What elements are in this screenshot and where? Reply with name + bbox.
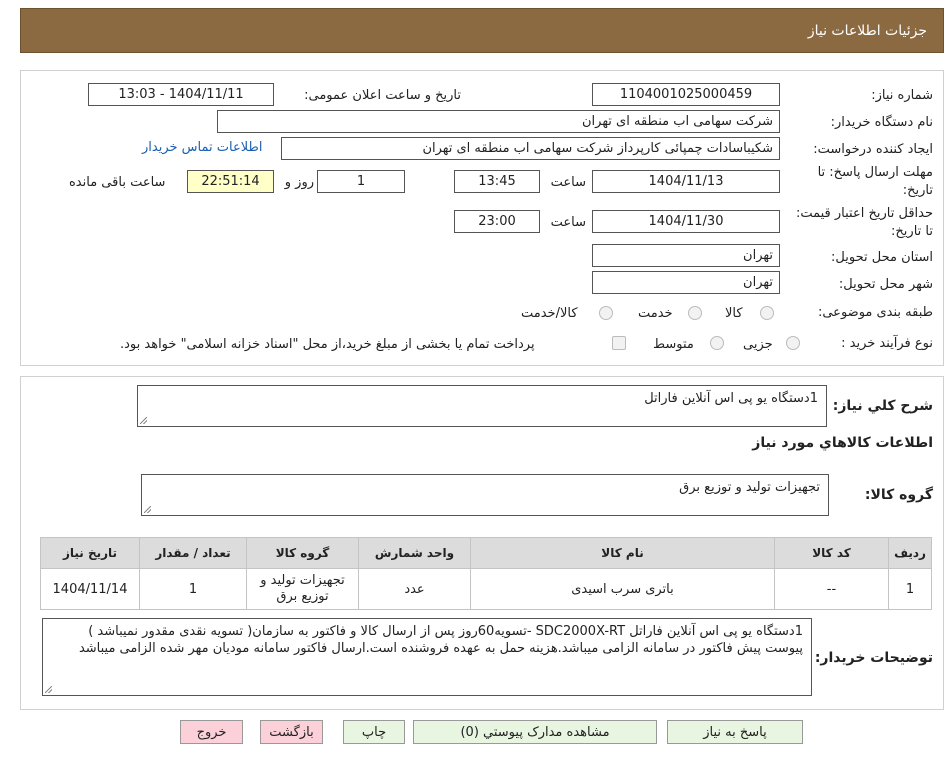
need-summary-label: شرح کلي نياز: — [832, 398, 933, 414]
reply-deadline-label: مهلت ارسال پاسخ: تا تاریخ: — [817, 165, 933, 198]
page-title: جزئیات اطلاعات نیاز — [807, 23, 927, 39]
category-radio-service[interactable] — [688, 306, 702, 320]
cell-row-number: 1 — [888, 568, 932, 610]
goods-table-header: رديف کد کالا نام کالا واحد شمارش گروه کا… — [40, 537, 932, 569]
goods-group-text: تجهیزات تولید و توزیع برق — [679, 480, 820, 495]
validity-time-field: 23:00 — [454, 210, 540, 233]
buyer-notes-text: 1دستگاه یو پی اس آنلاین فاراتل SDC2000X-… — [78, 624, 803, 656]
category-radio-goods[interactable] — [760, 306, 774, 320]
reply-button[interactable]: پاسخ به نياز — [667, 720, 803, 744]
city-label: شهر محل تحویل: — [838, 277, 933, 292]
validity-hour-label: ساعت — [550, 215, 586, 230]
cell-need-date: 1404/11/14 — [40, 568, 140, 610]
announce-datetime-field: 1404/11/11 - 13:03 — [88, 83, 274, 106]
price-validity-label: حداقل تاریخ اعتبار قیمت: تا تاریخ: — [795, 206, 933, 239]
col-header-quantity: تعداد / مقدار — [139, 537, 247, 569]
view-attachments-button[interactable]: مشاهده مدارک پيوستي (0) — [413, 720, 657, 744]
category-option-goods-service: کالا/خدمت — [521, 306, 578, 321]
category-option-goods: کالا — [725, 306, 743, 321]
province-field: تهران — [592, 244, 780, 267]
cell-quantity: 1 — [139, 568, 247, 610]
buyer-notes-label: توضيحات خريدار: — [814, 650, 933, 666]
col-header-group: گروه کالا — [246, 537, 359, 569]
time-remaining-field: 22:51:14 — [187, 170, 274, 193]
creator-label: ایجاد کننده درخواست: — [813, 142, 933, 157]
col-header-unit: واحد شمارش — [358, 537, 471, 569]
cell-unit: عدد — [358, 568, 471, 610]
page-header: جزئیات اطلاعات نیاز — [20, 8, 944, 53]
process-radio-minor[interactable] — [786, 336, 800, 350]
category-label: طبقه بندی موضوعی: — [817, 305, 933, 320]
buyer-org-field: شرکت سهامی اب منطقه ای تهران — [217, 110, 780, 133]
province-label: استان محل تحویل: — [831, 250, 933, 265]
validity-date-field: 1404/11/30 — [592, 210, 780, 233]
table-row: 1 -- باتری سرب اسیدی عدد تجهیزات تولید و… — [40, 568, 932, 610]
exit-button[interactable]: خروج — [180, 720, 243, 744]
treasury-payment-note: پرداخت تمام یا بخشی از مبلغ خرید،از محل … — [120, 337, 535, 352]
reply-date-field: 1404/11/13 — [592, 170, 780, 193]
cell-goods-group: تجهیزات تولید و توزیع برق — [246, 568, 359, 610]
cell-goods-name: باتری سرب اسیدی — [470, 568, 775, 610]
goods-group-textarea[interactable]: تجهیزات تولید و توزیع برق — [141, 474, 829, 516]
buyer-notes-textarea[interactable]: 1دستگاه یو پی اس آنلاین فاراتل SDC2000X-… — [42, 618, 812, 696]
category-option-service: خدمت — [638, 306, 673, 321]
goods-info-title: اطلاعات کالاهاي مورد نياز — [752, 435, 933, 451]
time-remaining-label: ساعت باقی مانده — [69, 175, 166, 190]
city-field: تهران — [592, 271, 780, 294]
goods-table: رديف کد کالا نام کالا واحد شمارش گروه کا… — [40, 537, 932, 610]
need-summary-textarea[interactable]: 1دستگاه یو پی اس آنلاین فاراتل — [137, 385, 827, 427]
days-remaining-field: 1 — [317, 170, 405, 193]
back-button[interactable]: بازگشت — [260, 720, 323, 744]
treasury-payment-checkbox[interactable] — [612, 336, 626, 350]
resize-grip-icon[interactable] — [144, 506, 151, 513]
buyer-org-label: نام دستگاه خریدار: — [830, 115, 933, 130]
col-header-need-date: تاريخ نياز — [40, 537, 140, 569]
process-radio-medium[interactable] — [710, 336, 724, 350]
buyer-contact-link[interactable]: اطلاعات تماس خریدار — [142, 140, 262, 155]
col-header-name: نام کالا — [470, 537, 775, 569]
need-number-label: شماره نیاز: — [871, 88, 933, 103]
resize-grip-icon[interactable] — [45, 686, 52, 693]
resize-grip-icon[interactable] — [140, 417, 147, 424]
col-header-row: رديف — [888, 537, 932, 569]
category-radio-goods-service[interactable] — [599, 306, 613, 320]
announce-datetime-label: تاریخ و ساعت اعلان عمومی: — [304, 88, 461, 103]
process-option-minor: جزیی — [743, 337, 773, 352]
goods-group-label: گروه کالا: — [864, 487, 933, 503]
col-header-code: کد کالا — [774, 537, 889, 569]
purchase-process-label: نوع فرآیند خرید : — [841, 336, 933, 351]
process-option-medium: متوسط — [653, 337, 694, 352]
reply-hour-label: ساعت — [550, 175, 586, 190]
need-summary-text: 1دستگاه یو پی اس آنلاین فاراتل — [644, 391, 818, 406]
reply-time-field: 13:45 — [454, 170, 540, 193]
days-label: روز و — [284, 175, 314, 190]
cell-goods-code: -- — [774, 568, 889, 610]
print-button[interactable]: چاپ — [343, 720, 405, 744]
creator-field: شکیباسادات چمپائی کارپرداز شرکت سهامی اب… — [281, 137, 780, 160]
need-number-field: 1104001025000459 — [592, 83, 780, 106]
